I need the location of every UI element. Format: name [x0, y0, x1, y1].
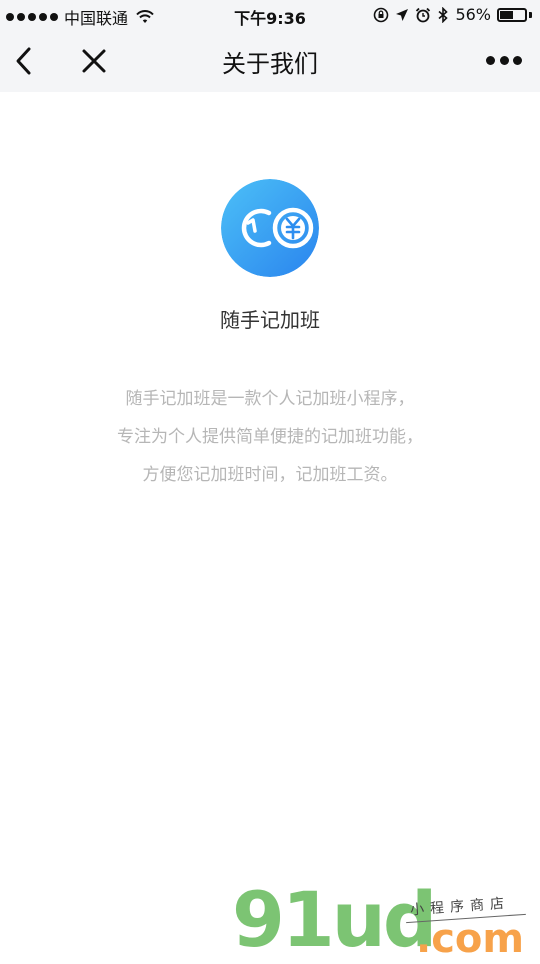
description-line: 专注为个人提供简单便捷的记加班功能， — [117, 427, 423, 447]
status-bar: 中国联通 下午9:36 56% — [0, 0, 540, 30]
more-options-icon[interactable] — [486, 52, 522, 68]
app-description: 随手记加班是一款个人记加班小程序， 专注为个人提供简单便捷的记加班功能， 方便您… — [60, 380, 480, 494]
location-arrow-icon — [396, 8, 409, 21]
clock-yen-logo-icon — [221, 179, 319, 277]
battery-percent: 56% — [455, 5, 491, 24]
battery-level-fill — [500, 10, 514, 19]
app-name: 随手记加班 — [220, 308, 320, 332]
page-title: 关于我们 — [222, 50, 318, 78]
app-logo — [221, 179, 319, 277]
watermark-brand: 91ud — [232, 875, 437, 964]
battery-icon — [497, 7, 527, 22]
description-line: 随手记加班是一款个人记加班小程序， — [125, 389, 415, 409]
orientation-lock-icon — [374, 7, 389, 22]
alarm-clock-icon — [416, 7, 431, 22]
watermark-logo: 91ud 小程序商店 .com — [232, 875, 532, 964]
status-right: 56% — [373, 5, 532, 24]
nav-bar: 关于我们 — [0, 30, 540, 92]
bluetooth-icon — [438, 6, 449, 23]
watermark-domain: .com — [416, 916, 525, 962]
description-line: 方便您记加班时间，记加班工资。 — [142, 465, 398, 485]
battery-cap — [529, 11, 532, 18]
